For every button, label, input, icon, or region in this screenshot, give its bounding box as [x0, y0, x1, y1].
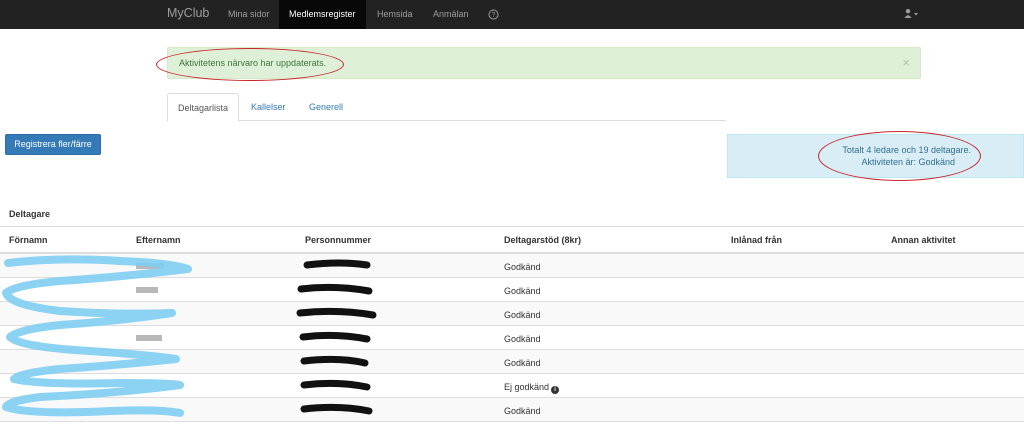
status-cell: Ej godkänd i: [504, 382, 560, 394]
question-circle-icon: ?: [488, 9, 499, 20]
status-cell: Godkänd: [504, 262, 541, 272]
column-header-inlanad-fran: Inlånad från: [731, 235, 783, 245]
column-header-annan-aktivitet: Annan aktivitet: [891, 235, 956, 245]
column-header-fornamn: Förnamn: [9, 235, 48, 245]
nav-hemsida[interactable]: Hemsida: [377, 0, 413, 29]
status-cell: Godkänd: [504, 406, 541, 416]
top-navbar: MyClub Mina sidor Medlemsregister Hemsid…: [0, 0, 1024, 29]
caret-down-icon: [914, 13, 918, 16]
column-header-deltagarstod: Deltagarstöd (8kr): [504, 235, 582, 245]
info-circle-icon[interactable]: i: [551, 386, 560, 394]
svg-text:?: ?: [492, 12, 496, 19]
nav-mina-sidor[interactable]: Mina sidor: [228, 0, 270, 29]
help-icon[interactable]: ?: [488, 9, 499, 20]
tab-deltagarlista[interactable]: Deltagarlista: [167, 93, 240, 122]
tab-generell[interactable]: Generell: [309, 93, 343, 121]
annotation-oval: [818, 131, 981, 181]
status-cell: Godkänd: [504, 310, 541, 320]
status-cell: Godkänd: [504, 334, 541, 344]
register-more-fewer-button[interactable]: Registrera fler/färre: [5, 134, 101, 155]
close-icon[interactable]: ×: [902, 55, 910, 70]
user-icon: [904, 9, 918, 18]
column-header-efternamn: Efternamn: [136, 235, 181, 245]
user-menu[interactable]: [904, 8, 920, 20]
nav-anmalan[interactable]: Anmälan: [433, 0, 469, 29]
annotation-oval: [156, 48, 344, 81]
section-title: Deltagare: [9, 209, 51, 219]
brand-logo[interactable]: MyClub: [167, 6, 209, 20]
column-header-personnummer: Personnummer: [305, 235, 372, 245]
tab-bar: Deltagarlista Kallelser Generell: [167, 93, 726, 122]
status-cell: Godkänd: [504, 286, 541, 296]
redaction-scribble-personnummer: [296, 259, 377, 415]
tab-kallelser[interactable]: Kallelser: [251, 93, 286, 121]
status-cell: Godkänd: [504, 358, 541, 368]
divider: [0, 226, 1024, 227]
redaction-scribble-names: [2, 255, 192, 417]
nav-medlemsregister[interactable]: Medlemsregister: [279, 0, 366, 29]
